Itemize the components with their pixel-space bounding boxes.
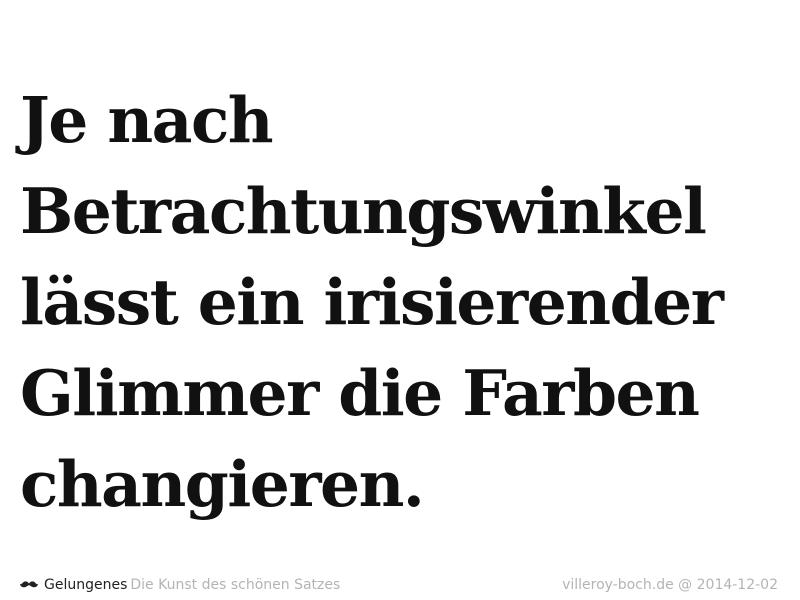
quote-line: Je nach xyxy=(20,83,274,157)
quote-text: Je nach Betrachtungswinkel lässt ein iri… xyxy=(20,75,790,530)
brand-name: Gelungenes xyxy=(44,577,128,593)
brand[interactable]: Gelungenes xyxy=(20,577,127,593)
quote-line: Betrachtungswinkel xyxy=(20,174,707,248)
source-link[interactable]: villeroy-boch.de xyxy=(562,577,674,593)
quote-line: changieren. xyxy=(20,447,425,521)
source-attribution: villeroy-boch.de @ 2014-12-02 xyxy=(562,577,778,593)
mustache-icon xyxy=(20,581,38,588)
publish-date: 2014-12-02 xyxy=(696,577,778,593)
separator: @ xyxy=(678,577,693,593)
footer: Gelungenes Die Kunst des schönen Satzes … xyxy=(20,574,778,596)
quote-line: Glimmer die Farben xyxy=(20,356,700,430)
tagline: Die Kunst des schönen Satzes xyxy=(130,577,341,593)
quote-line: lässt ein irisierender xyxy=(20,265,724,339)
